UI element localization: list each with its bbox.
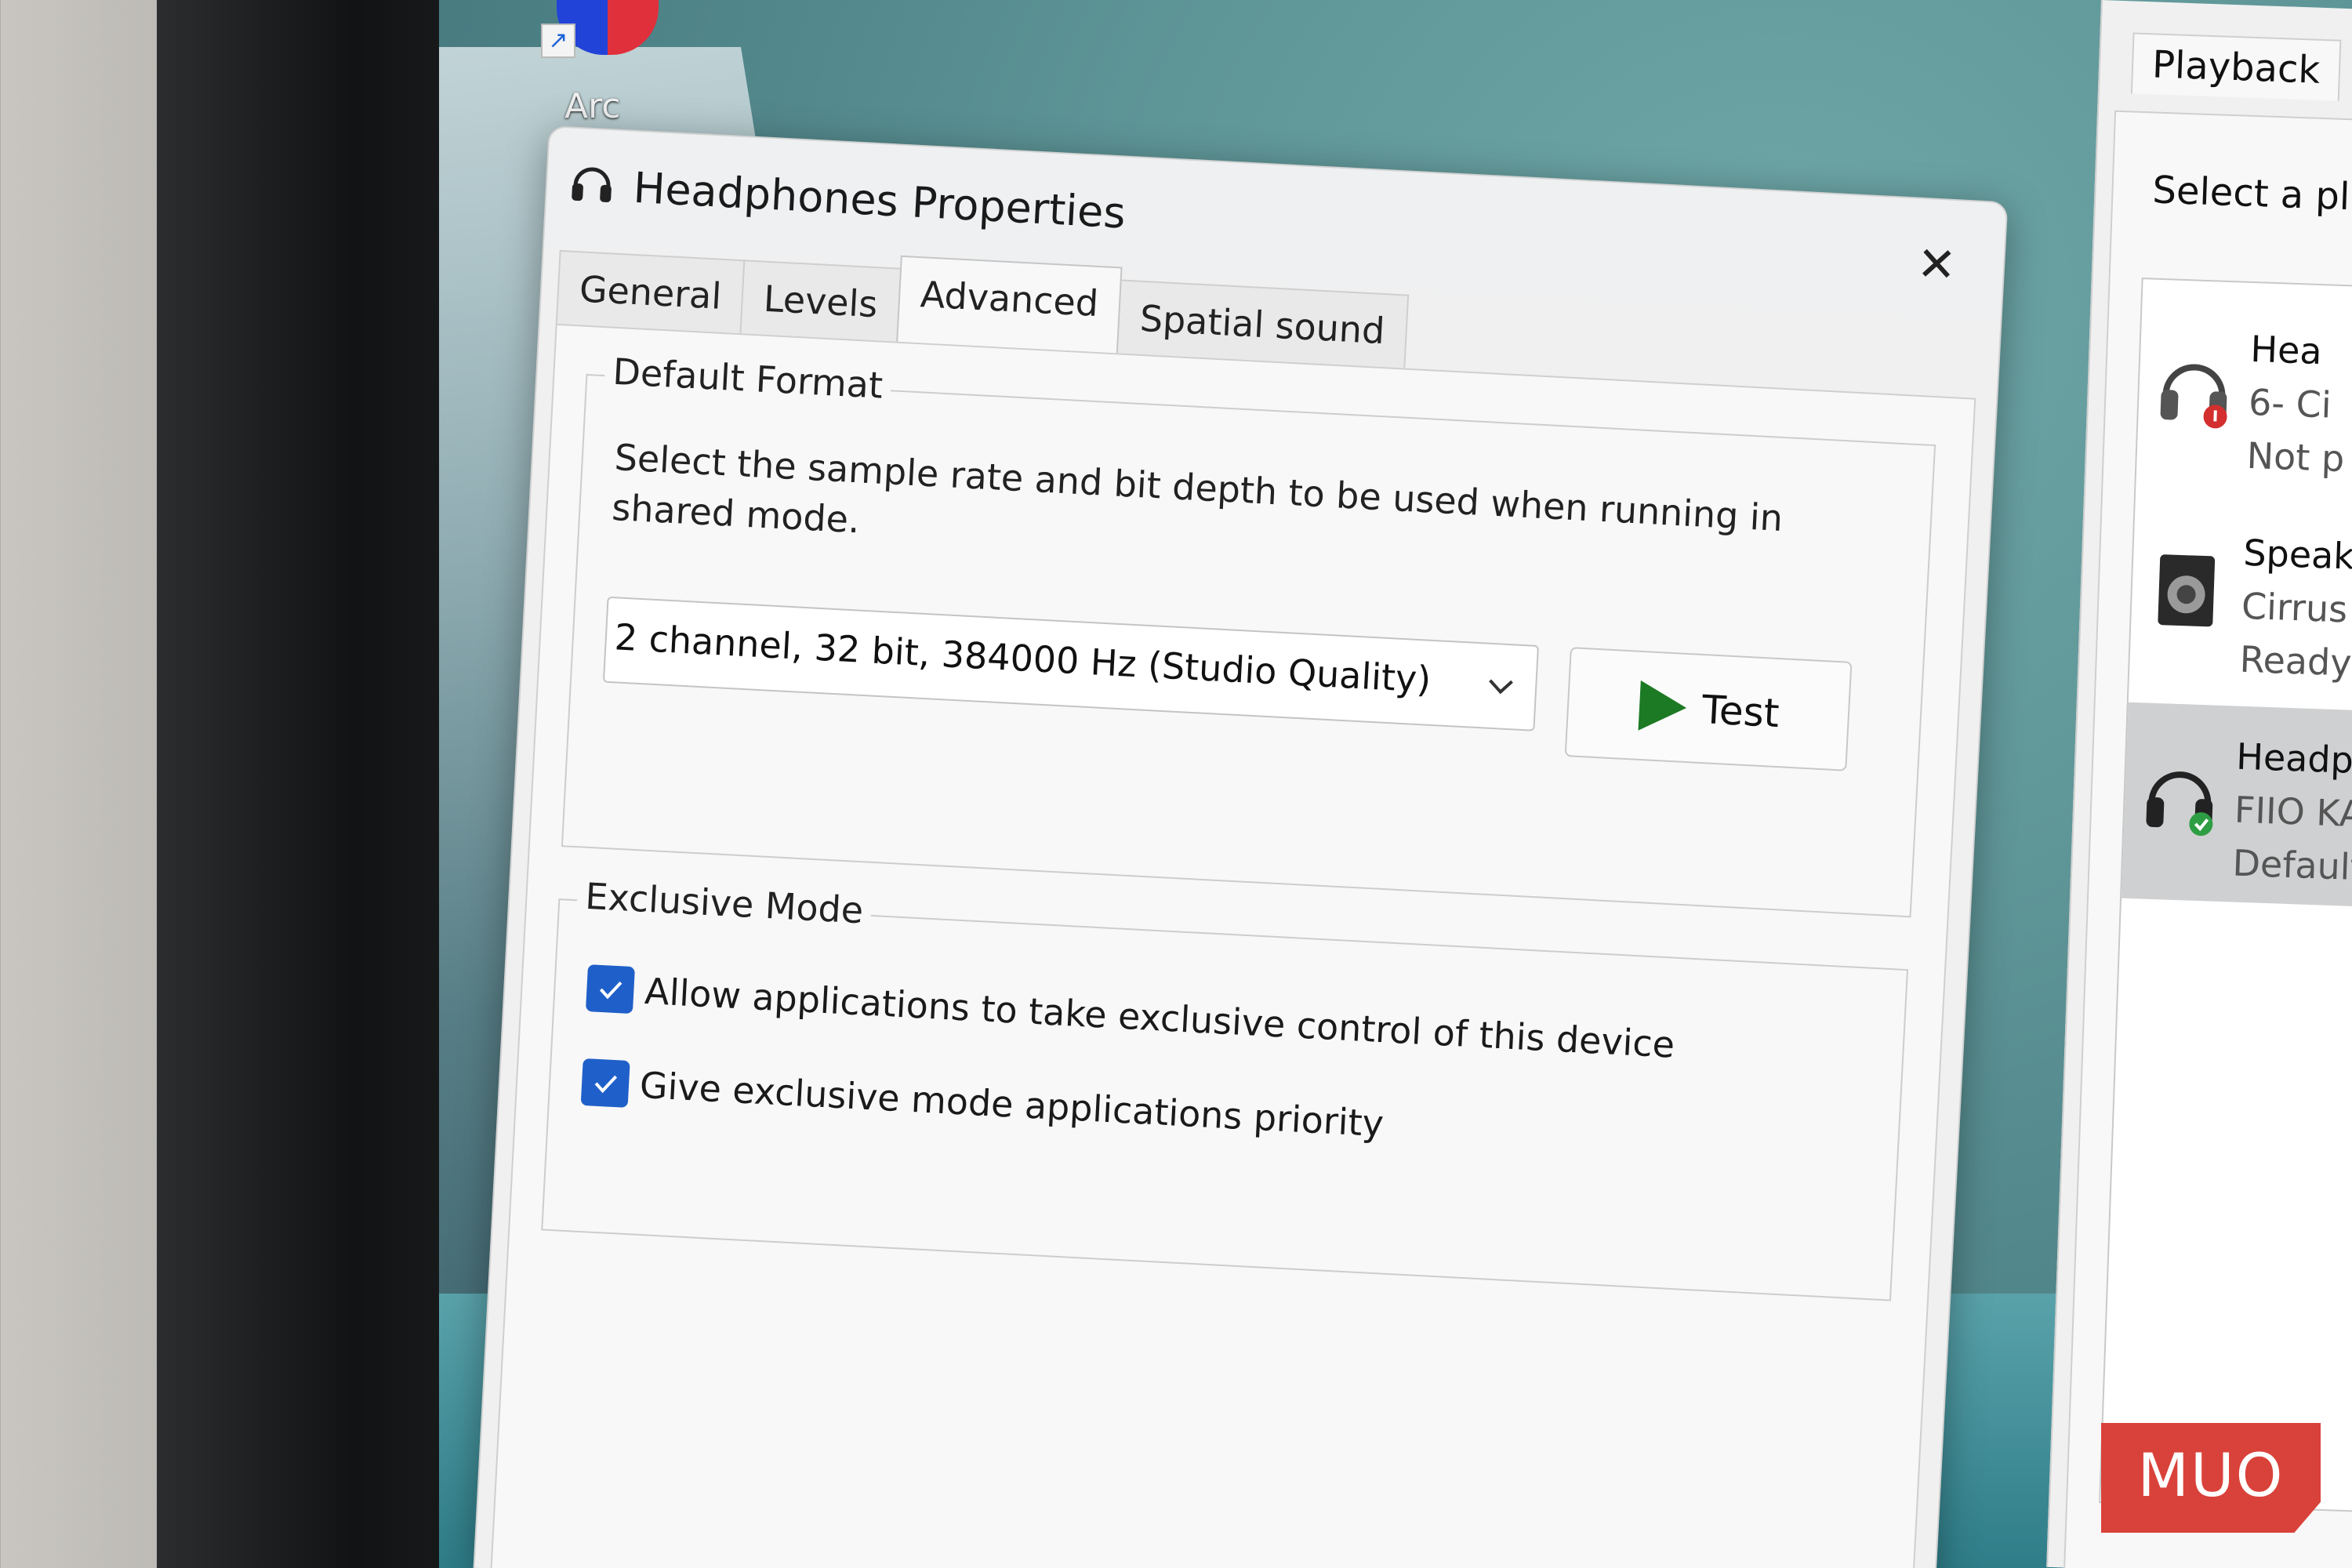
sample-rate-dropdown[interactable]: 2 channel, 32 bit, 384000 Hz (Studio Qua… <box>602 596 1540 731</box>
device-status: Ready <box>2238 637 2352 684</box>
close-icon: ✕ <box>1915 236 1958 294</box>
device-item-headphones-disconnected[interactable]: Hea 6- Ci Not p <box>2136 295 2352 503</box>
chevron-down-icon <box>1489 679 1513 695</box>
device-item-headphones-default[interactable]: Headph FIIO KA Default <box>2122 702 2352 911</box>
play-icon <box>1638 680 1688 733</box>
device-text: Headph FIIO KA Default <box>2232 730 2352 895</box>
checkmark-icon <box>594 1075 618 1094</box>
checkmark-icon <box>599 981 622 1000</box>
device-text: Hea 6- Ci Not p <box>2246 322 2349 485</box>
test-button[interactable]: Test <box>1564 647 1853 771</box>
desktop-icon-label: Arc <box>564 86 621 126</box>
desktop-icon-arc[interactable]: ↗ Arc <box>510 0 666 133</box>
headphones-properties-dialog: Headphones Properties ✕ General Levels A… <box>473 125 2009 1568</box>
device-name: Headph <box>2235 735 2352 782</box>
device-item-speakers[interactable]: Speak Cirrus Ready <box>2129 499 2352 707</box>
sample-rate-selected-value: 2 channel, 32 bit, 384000 Hz (Studio Qua… <box>613 615 1432 701</box>
exclusive-priority-checkbox[interactable] <box>580 1058 630 1108</box>
allow-exclusive-control-checkbox[interactable] <box>585 964 635 1014</box>
exclusive-priority-label: Give exclusive mode applications priorit… <box>638 1063 1385 1145</box>
muo-watermark: MUO <box>2101 1423 2321 1533</box>
default-format-group: Default Format Select the sample rate an… <box>561 350 1936 918</box>
playback-panel: Select a pl Hea 6- Ci Not p Speak Cirrus… <box>2063 110 2352 1568</box>
test-button-label: Test <box>1700 687 1780 737</box>
device-description: FIIO KA <box>2234 788 2352 836</box>
device-status: Not p <box>2245 434 2346 481</box>
tab-playback[interactable]: Playback <box>2130 32 2342 101</box>
device-description: 6- Ci <box>2248 380 2332 426</box>
close-button[interactable]: ✕ <box>1907 236 1965 294</box>
allow-exclusive-control-label: Allow applications to take exclusive con… <box>643 969 1676 1066</box>
sound-dialog: Playback Select a pl Hea 6- Ci Not p Spe… <box>2046 0 2352 1568</box>
device-name: Hea <box>2249 327 2323 373</box>
tab-general[interactable]: General <box>555 249 746 334</box>
device-status: Default <box>2231 841 2352 889</box>
device-text: Speak Cirrus Ready <box>2239 526 2352 690</box>
shortcut-arrow-icon: ↗ <box>541 24 575 58</box>
exclusive-mode-legend: Exclusive Mode <box>576 874 873 932</box>
monitor-bezel <box>157 0 486 1568</box>
watermark-text: MUO <box>2137 1440 2285 1510</box>
headphones-icon <box>2160 364 2227 429</box>
device-name: Speak <box>2242 531 2352 578</box>
exclusive-mode-group: Exclusive Mode Allow applications to tak… <box>541 874 1909 1301</box>
device-description: Cirrus <box>2241 584 2349 631</box>
playback-device-list: Hea 6- Ci Not p Speak Cirrus Ready Headp… <box>2099 278 2352 1516</box>
allow-exclusive-control-option[interactable]: Allow applications to take exclusive con… <box>585 964 1676 1069</box>
default-format-description: Select the sample rate and bit depth to … <box>611 436 1784 542</box>
headphones-icon <box>2146 771 2213 837</box>
tab-levels[interactable]: Levels <box>739 260 902 342</box>
default-format-legend: Default Format <box>604 350 892 408</box>
dialog-title: Headphones Properties <box>632 162 1127 238</box>
tab-advanced[interactable]: Advanced <box>895 255 1123 354</box>
exclusive-priority-option[interactable]: Give exclusive mode applications priorit… <box>580 1058 1385 1148</box>
speaker-icon <box>2158 554 2216 627</box>
headphones-icon <box>572 167 612 203</box>
playback-instruction: Select a pl <box>2151 168 2351 220</box>
advanced-tab-panel: Default Format Select the sample rate an… <box>490 323 1976 1568</box>
